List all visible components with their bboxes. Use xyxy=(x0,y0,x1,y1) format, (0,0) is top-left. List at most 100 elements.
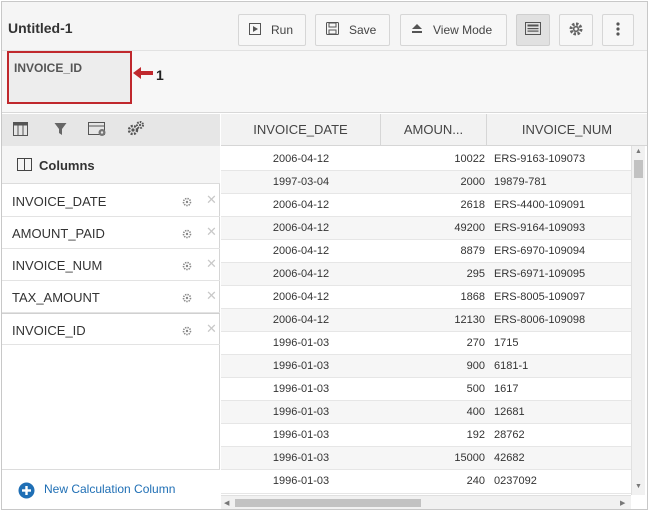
column-settings-icon[interactable] xyxy=(182,259,192,274)
cell-invoice-date: 2006-04-12 xyxy=(272,199,330,211)
column-item[interactable]: AMOUNT_PAID ✕ xyxy=(2,217,220,249)
add-circle-icon xyxy=(18,482,35,502)
cell-invoice-date: 1996-01-03 xyxy=(272,429,330,441)
columns-panel-header: Columns xyxy=(2,146,220,184)
scroll-left-icon[interactable]: ◀ xyxy=(224,499,229,507)
table-row[interactable]: 1996-01-03 900 6181-1 xyxy=(221,355,631,378)
remove-column-icon[interactable]: ✕ xyxy=(206,256,217,272)
table-row[interactable]: 2006-04-12 295 ERS-6971-109095 xyxy=(221,263,631,286)
cell-amount: 10022 xyxy=(454,153,485,165)
horizontal-scroll-thumb[interactable] xyxy=(235,499,421,507)
table-row[interactable]: 2006-04-12 12130 ERS-8006-109098 xyxy=(221,309,631,332)
column-name: INVOICE_DATE xyxy=(12,194,107,209)
cell-invoice-num: 1715 xyxy=(494,337,519,349)
cell-amount: 400 xyxy=(466,406,485,418)
column-settings-icon[interactable] xyxy=(182,291,192,306)
cell-invoice-num: 1617 xyxy=(494,383,519,395)
table-row[interactable]: 1996-01-03 400 12681 xyxy=(221,401,631,424)
cell-amount: 12130 xyxy=(454,314,485,326)
table-settings-icon[interactable] xyxy=(88,122,108,140)
callout-arrow-icon xyxy=(132,66,154,83)
cell-invoice-date: 1997-03-04 xyxy=(272,176,330,188)
cell-amount: 295 xyxy=(466,268,485,280)
remove-column-icon[interactable]: ✕ xyxy=(206,224,217,240)
column-settings-icon[interactable] xyxy=(182,324,192,339)
scroll-right-icon[interactable]: ▶ xyxy=(620,499,625,507)
column-settings-icon[interactable] xyxy=(182,195,192,210)
table-row[interactable]: 2006-04-12 1868 ERS-8005-109097 xyxy=(221,286,631,309)
cell-invoice-date: 2006-04-12 xyxy=(272,222,330,234)
column-settings-icon[interactable] xyxy=(182,227,192,242)
new-calculation-column-button[interactable]: New Calculation Column xyxy=(2,469,220,509)
remove-column-icon[interactable]: ✕ xyxy=(206,288,217,304)
table-row[interactable]: 2006-04-12 49200 ERS-9164-109093 xyxy=(221,217,631,240)
callout-number: 1 xyxy=(156,67,164,83)
column-header-amount[interactable]: AMOUN... xyxy=(381,114,487,146)
eject-icon xyxy=(411,23,423,37)
cell-amount: 8879 xyxy=(460,245,485,257)
run-button[interactable]: Run xyxy=(238,14,306,46)
column-name: INVOICE_ID xyxy=(12,323,86,338)
panel-tab-bar xyxy=(2,114,220,146)
view-mode-button[interactable]: View Mode xyxy=(400,14,507,46)
gears-icon[interactable] xyxy=(127,120,145,139)
column-name: TAX_AMOUNT xyxy=(12,290,100,305)
cell-amount: 500 xyxy=(466,383,485,395)
group-drop-zone[interactable]: INVOICE_ID 1 xyxy=(2,50,647,113)
column-header-invoice-date[interactable]: INVOICE_DATE xyxy=(221,114,381,146)
column-item[interactable]: INVOICE_ID ✕ xyxy=(2,313,220,345)
columns-tab-icon[interactable] xyxy=(13,122,28,139)
column-name: INVOICE_NUM xyxy=(12,258,103,273)
gear-icon xyxy=(568,21,584,40)
filter-icon[interactable] xyxy=(54,122,67,139)
column-item[interactable]: TAX_AMOUNT ✕ xyxy=(2,281,220,313)
save-button[interactable]: Save xyxy=(315,14,390,46)
save-label: Save xyxy=(349,23,377,37)
settings-button[interactable] xyxy=(559,14,593,46)
dropped-column-chip[interactable]: INVOICE_ID xyxy=(7,51,132,104)
cell-invoice-date: 1996-01-03 xyxy=(272,452,330,464)
table-row[interactable]: 1996-01-03 500 1617 xyxy=(221,378,631,401)
data-grid: INVOICE_DATE AMOUN... INVOICE_NUM 2006-0… xyxy=(221,114,647,509)
cell-invoice-num: ERS-8006-109098 xyxy=(494,314,586,326)
table-row[interactable]: 2006-04-12 2618 ERS-4400-109091 xyxy=(221,194,631,217)
column-item[interactable]: INVOICE_NUM ✕ xyxy=(2,249,220,281)
remove-column-icon[interactable]: ✕ xyxy=(206,192,217,208)
toolbar: Untitled-1 Run Save View Mode xyxy=(2,2,647,50)
grid-header: INVOICE_DATE AMOUN... INVOICE_NUM xyxy=(221,114,647,146)
cell-invoice-num: ERS-6971-109095 xyxy=(494,268,586,280)
column-header-invoice-num[interactable]: INVOICE_NUM xyxy=(487,114,647,146)
vertical-scroll-thumb[interactable] xyxy=(634,160,643,178)
run-label: Run xyxy=(271,23,294,37)
table-row[interactable]: 1996-01-03 192 28762 xyxy=(221,424,631,447)
scroll-down-icon[interactable]: ▼ xyxy=(635,483,642,490)
floppy-disk-icon xyxy=(326,22,339,38)
cell-amount: 900 xyxy=(466,360,485,372)
table-row[interactable]: 1996-01-03 240 0237092 xyxy=(221,470,631,494)
cell-invoice-num: 28762 xyxy=(494,429,525,441)
table-row[interactable]: 2006-04-12 10022 ERS-9163-109073 xyxy=(221,148,631,171)
cell-invoice-num: ERS-9164-109093 xyxy=(494,222,586,234)
remove-column-icon[interactable]: ✕ xyxy=(206,321,217,337)
table-row[interactable]: 2006-04-12 8879 ERS-6970-109094 xyxy=(221,240,631,263)
horizontal-scrollbar[interactable]: ◀ ▶ xyxy=(221,495,631,509)
app-window: Untitled-1 Run Save View Mode INVOICE_ID… xyxy=(1,1,648,510)
scroll-up-icon[interactable]: ▲ xyxy=(635,148,642,155)
cell-invoice-date: 2006-04-12 xyxy=(272,153,330,165)
table-row[interactable]: 1996-01-03 270 1715 xyxy=(221,332,631,355)
table-row[interactable]: 1997-03-04 2000 19879-781 xyxy=(221,171,631,194)
cell-invoice-date: 1996-01-03 xyxy=(272,475,330,487)
cell-amount: 49200 xyxy=(454,222,485,234)
vertical-scrollbar[interactable]: ▲ ▼ xyxy=(631,146,645,495)
cell-invoice-date: 2006-04-12 xyxy=(272,245,330,257)
layout-toggle-button[interactable] xyxy=(516,14,550,46)
column-item[interactable]: INVOICE_DATE ✕ xyxy=(2,185,220,217)
more-options-button[interactable] xyxy=(602,14,634,46)
cell-amount: 1868 xyxy=(460,291,485,303)
cell-invoice-num: 6181-1 xyxy=(494,360,529,372)
columns-panel-title: Columns xyxy=(39,158,95,173)
table-row[interactable]: 1996-01-03 15000 42682 xyxy=(221,447,631,470)
cell-amount: 15000 xyxy=(454,452,485,464)
cell-invoice-num: 19879-781 xyxy=(494,176,547,188)
cell-invoice-date: 1996-01-03 xyxy=(272,406,330,418)
